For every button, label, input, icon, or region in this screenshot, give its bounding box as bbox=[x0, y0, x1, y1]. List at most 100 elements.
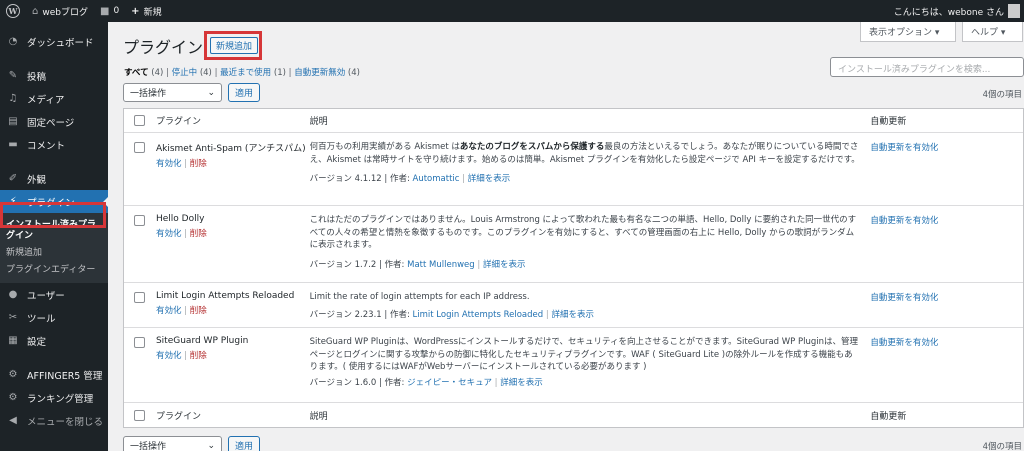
row-checkbox[interactable] bbox=[134, 292, 145, 303]
highlight-box-add-new bbox=[204, 31, 262, 60]
enable-auto-update-link[interactable]: 自動更新を有効化 bbox=[870, 141, 1023, 153]
delete-link[interactable]: 削除 bbox=[190, 306, 207, 316]
sidebar-item-pages[interactable]: ▤ 固定ページ bbox=[0, 110, 108, 133]
author-link[interactable]: Automattic bbox=[413, 174, 460, 184]
activate-link[interactable]: 有効化 bbox=[156, 306, 182, 316]
sidebar-item-ranking[interactable]: ⚙ ランキング管理 bbox=[0, 386, 108, 409]
site-name: webブログ bbox=[42, 7, 88, 18]
sidebar-item-label: 投稿 bbox=[27, 71, 47, 83]
media-icon: ♫ bbox=[8, 93, 18, 104]
wp-logo-menu[interactable]: W bbox=[0, 0, 26, 22]
sidebar-item-label: ユーザー bbox=[27, 290, 65, 302]
item-count: 4個の項目 bbox=[982, 90, 1022, 100]
plugin-search-input[interactable]: インストール済みプラグインを検索... bbox=[830, 57, 1024, 77]
apply-button-bottom[interactable]: 適用 bbox=[228, 436, 261, 451]
author-link[interactable]: Matt Mullenweg bbox=[407, 260, 475, 270]
screen-options-button[interactable]: 表示オプション ▾ bbox=[860, 22, 956, 42]
table-row: Akismet Anti-Spam (アンチスパム) 有効化 | 削除 何百万も… bbox=[124, 133, 1023, 206]
submenu-add-new[interactable]: 新規追加 bbox=[0, 245, 108, 262]
sidebar-item-media[interactable]: ♫ メディア bbox=[0, 87, 108, 110]
author-link[interactable]: ジェイピー・セキュア bbox=[407, 378, 492, 388]
details-link[interactable]: 詳細を表示 bbox=[468, 174, 511, 184]
collapse-icon: ◀ bbox=[9, 415, 17, 426]
table-header: プラグイン 説明 自動更新 bbox=[124, 109, 1023, 133]
sidebar-item-label: メニューを閉じる bbox=[27, 416, 104, 428]
author-link[interactable]: Limit Login Attempts Reloaded bbox=[413, 310, 544, 320]
plugin-meta: バージョン 2.23.1 | 作者: Limit Login Attempts … bbox=[309, 309, 594, 320]
bulk-action-select-bottom[interactable]: 一括操作 ⌄ bbox=[123, 436, 222, 451]
comment-icon: ▬ bbox=[8, 139, 18, 150]
admin-bar: W ⌂ webブログ ■ 0 + 新規 こんにちは、webone さん bbox=[0, 0, 1024, 22]
sidebar-item-users[interactable]: ● ユーザー bbox=[0, 283, 108, 306]
site-name-menu[interactable]: ⌂ webブログ bbox=[26, 0, 94, 22]
delete-link[interactable]: 削除 bbox=[190, 351, 207, 361]
page-icon: ▤ bbox=[8, 116, 18, 127]
sidebar-item-label: コメント bbox=[27, 140, 66, 152]
filter-inactive[interactable]: 停止中 bbox=[172, 68, 198, 78]
activate-link[interactable]: 有効化 bbox=[156, 351, 182, 361]
enable-auto-update-link[interactable]: 自動更新を有効化 bbox=[870, 214, 1023, 226]
select-all-checkbox[interactable] bbox=[134, 115, 145, 126]
filter-recently-active[interactable]: 最近まで使用 bbox=[220, 68, 271, 78]
bulk-actions-bottom: 一括操作 ⌄ 適用 bbox=[123, 436, 261, 451]
bulk-action-select[interactable]: 一括操作 ⌄ bbox=[123, 83, 222, 102]
user-icon: ● bbox=[8, 289, 18, 300]
details-link[interactable]: 詳細を表示 bbox=[500, 378, 543, 388]
enable-auto-update-link[interactable]: 自動更新を有効化 bbox=[870, 291, 1023, 303]
wordpress-logo-icon: W bbox=[6, 4, 20, 18]
ranking-icon: ⚙ bbox=[8, 392, 18, 403]
row-checkbox[interactable] bbox=[134, 142, 145, 153]
sidebar-item-comments[interactable]: ▬ コメント bbox=[0, 133, 108, 156]
enable-auto-update-link[interactable]: 自動更新を有効化 bbox=[870, 336, 1023, 348]
sidebar-item-settings[interactable]: ▦ 設定 bbox=[0, 329, 108, 352]
activate-link[interactable]: 有効化 bbox=[156, 229, 182, 239]
sidebar-item-label: ツール bbox=[27, 313, 56, 325]
comments-menu[interactable]: ■ 0 bbox=[94, 0, 125, 22]
sidebar-item-tools[interactable]: ✂ ツール bbox=[0, 306, 108, 329]
sidebar-item-label: メディア bbox=[27, 94, 65, 106]
details-link[interactable]: 詳細を表示 bbox=[551, 310, 594, 320]
select-all-checkbox-footer[interactable] bbox=[134, 409, 145, 421]
submenu-plugin-editor[interactable]: プラグインエディター bbox=[0, 262, 108, 279]
filter-all[interactable]: すべて bbox=[124, 68, 149, 78]
sidebar-item-collapse[interactable]: ◀ メニューを閉じる bbox=[0, 409, 108, 432]
row-checkbox[interactable] bbox=[134, 215, 145, 226]
plugin-status-filters: すべて (4) | 停止中 (4) | 最近まで使用 (1) | 自動更新無効 … bbox=[124, 68, 360, 78]
plugin-description: これはただのプラグインではありません。Louis Armstrong によって歌… bbox=[309, 215, 857, 250]
sidebar-item-appearance[interactable]: ✐ 外観 bbox=[0, 167, 108, 190]
row-checkbox[interactable] bbox=[134, 337, 145, 348]
plugin-name: Limit Login Attempts Reloaded bbox=[155, 291, 295, 301]
delete-link[interactable]: 削除 bbox=[190, 229, 207, 239]
column-header-auto-update: 自動更新 bbox=[870, 117, 907, 127]
details-link[interactable]: 詳細を表示 bbox=[483, 260, 526, 270]
new-content-menu[interactable]: + 新規 bbox=[125, 0, 167, 22]
column-header-plugin: プラグイン bbox=[155, 117, 201, 127]
filter-auto-update-disabled[interactable]: 自動更新無効 bbox=[294, 68, 345, 78]
activate-link[interactable]: 有効化 bbox=[156, 159, 182, 169]
avatar bbox=[1008, 4, 1020, 18]
sidebar-item-label: 外観 bbox=[27, 174, 47, 186]
table-row: SiteGuard WP Plugin 有効化 | 削除 SiteGuard W… bbox=[124, 328, 1023, 403]
apply-button[interactable]: 適用 bbox=[228, 83, 261, 102]
my-account-menu[interactable]: こんにちは、webone さん bbox=[888, 0, 1024, 22]
admin-sidebar: ◔ ダッシュボード ✎ 投稿 ♫ メディア ▤ 固定ページ ▬ コメント ✐ 外… bbox=[0, 22, 108, 451]
column-footer-auto-update: 自動更新 bbox=[870, 411, 907, 422]
sidebar-item-posts[interactable]: ✎ 投稿 bbox=[0, 64, 108, 87]
delete-link[interactable]: 削除 bbox=[190, 159, 207, 169]
column-footer-plugin: プラグイン bbox=[155, 411, 201, 422]
sidebar-item-label: ランキング管理 bbox=[27, 393, 94, 405]
table-row: Limit Login Attempts Reloaded 有効化 | 削除 L… bbox=[124, 283, 1023, 328]
home-icon: ⌂ bbox=[32, 5, 39, 17]
affinger-icon: ⚙ bbox=[8, 369, 18, 380]
sidebar-item-label: 固定ページ bbox=[27, 117, 75, 129]
help-button[interactable]: ヘルプ ▾ bbox=[962, 22, 1023, 42]
plugin-name: Akismet Anti-Spam (アンチスパム) bbox=[155, 144, 306, 154]
dashboard-icon: ◔ bbox=[8, 36, 18, 47]
settings-icon: ▦ bbox=[8, 335, 18, 346]
table-footer: プラグイン 説明 自動更新 bbox=[124, 403, 1023, 427]
page-title: プラグイン bbox=[123, 38, 204, 57]
sidebar-item-label: 設定 bbox=[27, 336, 47, 348]
sidebar-item-affinger[interactable]: ⚙ AFFINGER5 管理 bbox=[0, 363, 108, 386]
plugin-description: SiteGuard WP Pluginは、WordPressにインストールするだ… bbox=[309, 337, 859, 372]
sidebar-item-dashboard[interactable]: ◔ ダッシュボード bbox=[0, 30, 108, 53]
